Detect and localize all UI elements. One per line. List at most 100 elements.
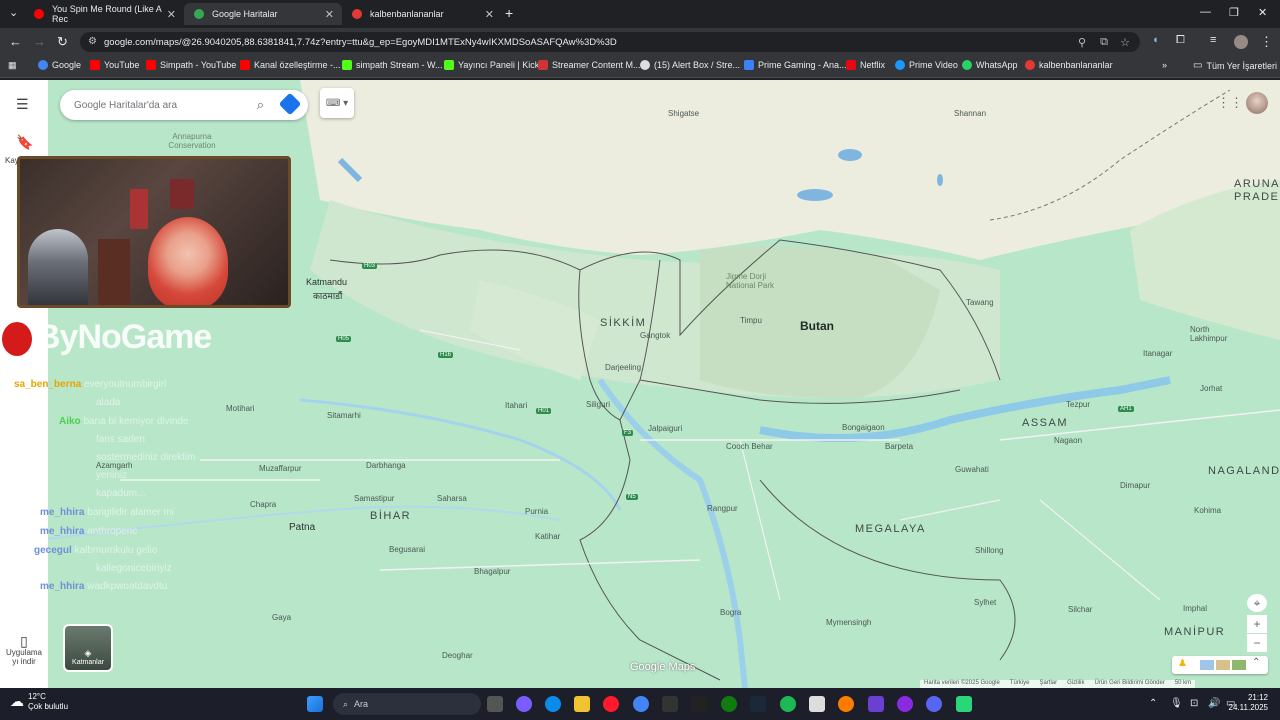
label-begusarai: Begusarai	[389, 545, 426, 554]
app-icon[interactable]	[838, 696, 854, 712]
maps-search-box[interactable]: Google Haritalar'da ara ⌕	[60, 90, 308, 120]
label-imphal: Imphal	[1183, 604, 1208, 613]
scale-bar[interactable]: 50 km	[1175, 680, 1191, 688]
zoom-in-button[interactable]: +	[1247, 615, 1267, 633]
task-view-icon[interactable]	[487, 696, 503, 712]
profile-avatar[interactable]	[1234, 35, 1248, 49]
minimize-button[interactable]: —	[1200, 6, 1211, 18]
volume-icon[interactable]: 🔊	[1208, 698, 1220, 709]
search-input[interactable]: Google Haritalar'da ara	[74, 100, 177, 111]
close-icon[interactable]: ✕	[485, 8, 494, 21]
layers-button[interactable]: ◈ Katmanlar	[63, 624, 113, 672]
label-motihari: Motihari	[226, 404, 255, 413]
edge-icon[interactable]	[545, 696, 561, 712]
chat-line: alada	[96, 397, 121, 408]
bookmark-star-icon[interactable]: ☆	[1120, 36, 1130, 49]
steam-icon[interactable]	[750, 696, 766, 712]
label-purnia: Purnia	[525, 507, 549, 516]
label-kathmandu-native: काठमाडौं	[313, 291, 343, 301]
bookmark-streamer-content[interactable]: Streamer Content M...	[538, 60, 641, 70]
microphone-icon[interactable]: 🎙	[1170, 698, 1183, 709]
spotify-icon[interactable]	[780, 696, 796, 712]
extension-icon[interactable]: ◖	[1152, 34, 1159, 46]
menu-hamburger-icon[interactable]: ☰	[16, 96, 29, 113]
epic-games-icon[interactable]	[662, 696, 678, 712]
chevron-up-icon[interactable]: ⌃	[1252, 657, 1260, 668]
bookmark-prime-video[interactable]: Prime Video	[895, 60, 958, 70]
input-tools-button[interactable]: ⌨ ▾	[320, 88, 354, 118]
app-icon[interactable]	[897, 696, 913, 712]
apps-grid-icon[interactable]: ▦	[8, 60, 17, 71]
label-nagaon: Nagaon	[1054, 436, 1083, 445]
forward-button[interactable]: →	[33, 34, 46, 49]
app-icon[interactable]	[868, 696, 884, 712]
highway-shield: F3	[622, 430, 634, 436]
discord-icon[interactable]	[926, 696, 942, 712]
bookmark-prime-gaming[interactable]: Prime Gaming - Ana...	[744, 60, 847, 70]
chrome-icon[interactable]	[633, 696, 649, 712]
pegman-icon[interactable]: ♟	[1178, 658, 1187, 669]
close-window-button[interactable]: ✕	[1258, 6, 1267, 19]
tab-youtube[interactable]: You Spin Me Round (Like A Rec ✕	[24, 3, 184, 25]
address-bar[interactable]: ⚙ google.com/maps/@26.9040205,88.6381841…	[80, 32, 1140, 52]
bookmark-whatsapp[interactable]: WhatsApp	[962, 60, 1018, 70]
taskbar-search[interactable]: ⌕ Ara	[333, 693, 481, 715]
thumbnail[interactable]	[1216, 660, 1230, 670]
app-icon[interactable]	[956, 696, 972, 712]
bookmark-youtube[interactable]: YouTube	[90, 60, 139, 70]
bookmark-simpath[interactable]: Simpath - YouTube	[146, 60, 236, 70]
bookmark-kick-stream[interactable]: simpath Stream - W...	[342, 60, 443, 70]
clock[interactable]: 21:12 24.11.2025	[1229, 693, 1268, 714]
media-control-icon[interactable]: ≡	[1210, 34, 1216, 46]
more-bookmarks-icon[interactable]: »	[1162, 60, 1167, 70]
tab-maps[interactable]: Google Haritalar ✕	[184, 3, 342, 25]
network-icon[interactable]: ⊡	[1190, 698, 1198, 709]
my-location-button[interactable]: ⌖	[1247, 594, 1267, 612]
street-view-bar[interactable]: ♟ ⌃	[1172, 656, 1268, 674]
copilot-icon[interactable]	[516, 696, 532, 712]
app-icon[interactable]	[809, 696, 825, 712]
back-button[interactable]: ←	[9, 34, 22, 49]
label-thimphu: Timpu	[740, 316, 762, 325]
opera-icon[interactable]	[603, 696, 619, 712]
maximize-button[interactable]: ❐	[1229, 6, 1239, 19]
get-app-label: Uygulama yı indir	[5, 648, 42, 667]
close-icon[interactable]: ✕	[325, 8, 334, 21]
bookmark-kalbenbanlananlar[interactable]: kalbenbanlananlar	[1025, 60, 1113, 70]
label-siliguri: Siliguri	[586, 400, 611, 409]
bookmark-google[interactable]: Google	[38, 60, 81, 70]
zoom-out-button[interactable]: −	[1247, 634, 1267, 652]
thumbnail[interactable]	[1232, 660, 1246, 670]
close-icon[interactable]: ✕	[167, 8, 176, 21]
windows-taskbar: ☁ 12°C Çok bulutlu ⌕ Ara ⌃ 🎙 ⊡ 🔊 ▭ 21:12 24…	[0, 688, 1280, 720]
bookmark-kanal[interactable]: Kanal özelleştirme -...	[240, 60, 341, 70]
thumbnail[interactable]	[1200, 660, 1214, 670]
new-tab-button[interactable]: +	[505, 5, 513, 21]
bookmark-alert-box[interactable]: (15) Alert Box / Stre...	[640, 60, 740, 70]
tab-list-icon[interactable]: ⌄	[9, 6, 18, 19]
directions-icon[interactable]	[278, 92, 302, 116]
site-info-icon[interactable]: ⚙	[88, 36, 97, 47]
chevron-up-icon[interactable]: ⌃	[1149, 698, 1157, 709]
menu-kebab-icon[interactable]: ⋮	[1260, 34, 1273, 50]
amazon-icon[interactable]	[691, 696, 707, 712]
xbox-icon[interactable]	[721, 696, 737, 712]
bookmark-netflix[interactable]: Netflix	[846, 60, 885, 70]
location-icon[interactable]: ⚲	[1078, 36, 1086, 49]
get-app-button[interactable]: ▯ Uygulama yı indir	[4, 633, 44, 667]
account-avatar[interactable]	[1246, 92, 1268, 114]
search-icon[interactable]: ⌕	[257, 97, 264, 113]
map-attribution: Harita verileri ©2025 Google Türkiye Şar…	[920, 680, 1196, 688]
reload-button[interactable]: ↻	[57, 34, 68, 50]
windows-start-icon[interactable]	[307, 696, 323, 712]
label-gangtok: Gangtok	[640, 331, 671, 340]
all-bookmarks-folder[interactable]: ▭ Tüm Yer İşaretleri	[1193, 60, 1277, 71]
label-meghalaya: MEGALAYA	[855, 523, 926, 535]
file-explorer-icon[interactable]	[574, 696, 590, 712]
tab-kalbenbanlananlar[interactable]: kalbenbanlananlar ✕	[342, 3, 502, 25]
weather-widget[interactable]: ☁ 12°C Çok bulutlu	[10, 692, 68, 711]
install-icon[interactable]: ⧉	[1100, 36, 1108, 49]
extensions-puzzle-icon[interactable]: ⧠	[1176, 34, 1185, 47]
bookmark-kick-panel[interactable]: Yayıncı Paneli | Kick	[444, 60, 539, 70]
saved-bookmark-icon[interactable]: 🔖	[16, 134, 33, 151]
